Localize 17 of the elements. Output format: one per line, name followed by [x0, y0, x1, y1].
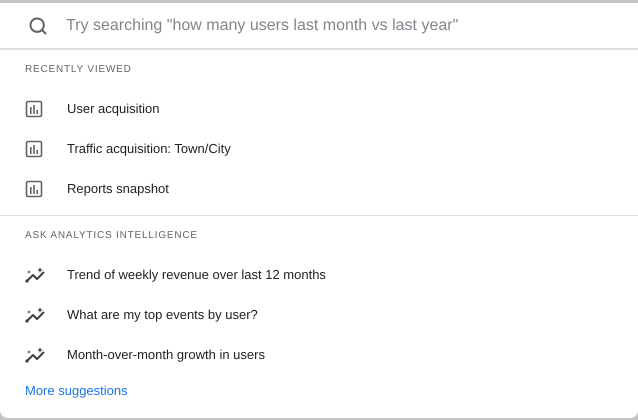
- bar-chart-icon: [25, 140, 43, 158]
- suggestion-item[interactable]: Month-over-month growth in users: [25, 335, 613, 375]
- search-icon: [28, 16, 48, 36]
- suggestion-item[interactable]: What are my top events by user?: [25, 295, 613, 335]
- suggestion-item[interactable]: User acquisition: [25, 89, 613, 129]
- search-field[interactable]: Try searching "how many users last month vs last year": [66, 14, 622, 38]
- bar-chart-icon: [25, 100, 43, 118]
- section-heading: ASK ANALYTICS INTELLIGENCE: [25, 229, 199, 243]
- sparkle-trend-icon: [25, 266, 47, 284]
- sparkle-trend-icon: [25, 346, 47, 364]
- suggestion-item[interactable]: Reports snapshot: [25, 169, 613, 209]
- sparkle-trend-icon: [25, 306, 47, 324]
- suggestion-item[interactable]: Traffic acquisition: Town/City: [25, 129, 613, 169]
- suggestion-item[interactable]: Trend of weekly revenue over last 12 months: [25, 255, 613, 295]
- bar-chart-icon: [25, 180, 43, 198]
- section-heading: RECENTLY VIEWED: [25, 63, 133, 77]
- more-suggestions-link[interactable]: More suggestions: [25, 381, 128, 400]
